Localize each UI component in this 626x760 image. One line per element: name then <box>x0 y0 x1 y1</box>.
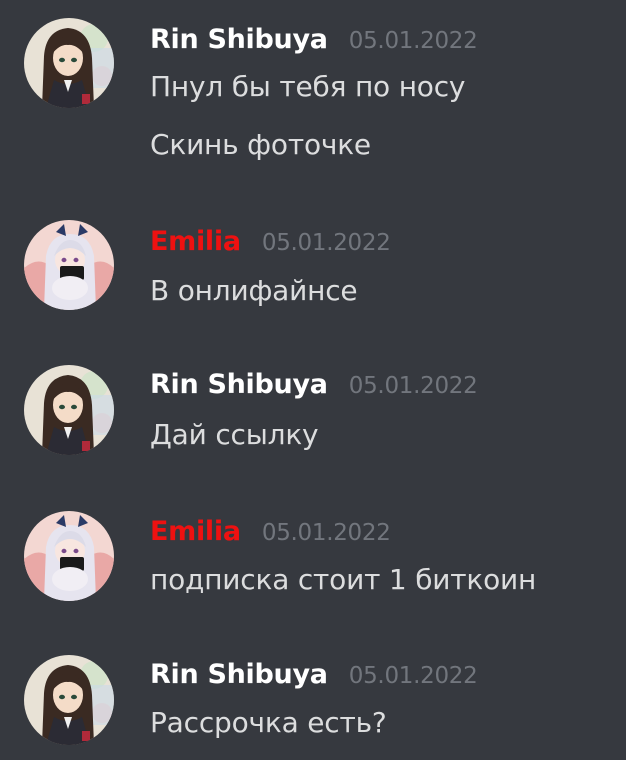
message-text: Дай ссылку <box>150 418 319 451</box>
message-text: Рассрочка есть? <box>150 706 387 739</box>
message-timestamp: 05.01.2022 <box>261 230 391 256</box>
message-group: Rin Shibuya 05.01.2022 Рассрочка есть? <box>0 635 626 760</box>
message-timestamp: 05.01.2022 <box>348 663 478 689</box>
message-header: Emilia 05.01.2022 <box>150 516 391 547</box>
message-timestamp: 05.01.2022 <box>261 520 391 546</box>
rin-shibuya-avatar[interactable] <box>24 18 114 108</box>
message-timestamp: 05.01.2022 <box>348 373 478 399</box>
chat-message-list: Rin Shibuya 05.01.2022 Пнул бы тебя по н… <box>0 0 626 760</box>
emilia-avatar[interactable] <box>24 511 114 601</box>
message-text: Пнул бы тебя по носу <box>150 70 466 103</box>
message-timestamp: 05.01.2022 <box>348 28 478 54</box>
message-group: Emilia 05.01.2022 В онлифайнсе <box>0 200 626 340</box>
author-name[interactable]: Rin Shibuya <box>150 369 328 400</box>
message-text: В онлифайнсе <box>150 274 358 307</box>
message-group: Emilia 05.01.2022 подписка стоит 1 битко… <box>0 490 626 635</box>
emilia-avatar[interactable] <box>24 220 114 310</box>
rin-shibuya-avatar[interactable] <box>24 655 114 745</box>
message-header: Rin Shibuya 05.01.2022 <box>150 659 478 690</box>
author-name[interactable]: Emilia <box>150 516 241 547</box>
author-name[interactable]: Emilia <box>150 226 241 257</box>
message-header: Emilia 05.01.2022 <box>150 226 391 257</box>
message-text: Скинь фоточке <box>150 128 371 161</box>
author-name[interactable]: Rin Shibuya <box>150 659 328 690</box>
message-group: Rin Shibuya 05.01.2022 Пнул бы тебя по н… <box>0 0 626 200</box>
message-text: подписка стоит 1 биткоин <box>150 563 537 596</box>
rin-shibuya-avatar[interactable] <box>24 365 114 455</box>
message-header: Rin Shibuya 05.01.2022 <box>150 369 478 400</box>
message-group: Rin Shibuya 05.01.2022 Дай ссылку <box>0 345 626 490</box>
message-header: Rin Shibuya 05.01.2022 <box>150 24 478 55</box>
author-name[interactable]: Rin Shibuya <box>150 24 328 55</box>
